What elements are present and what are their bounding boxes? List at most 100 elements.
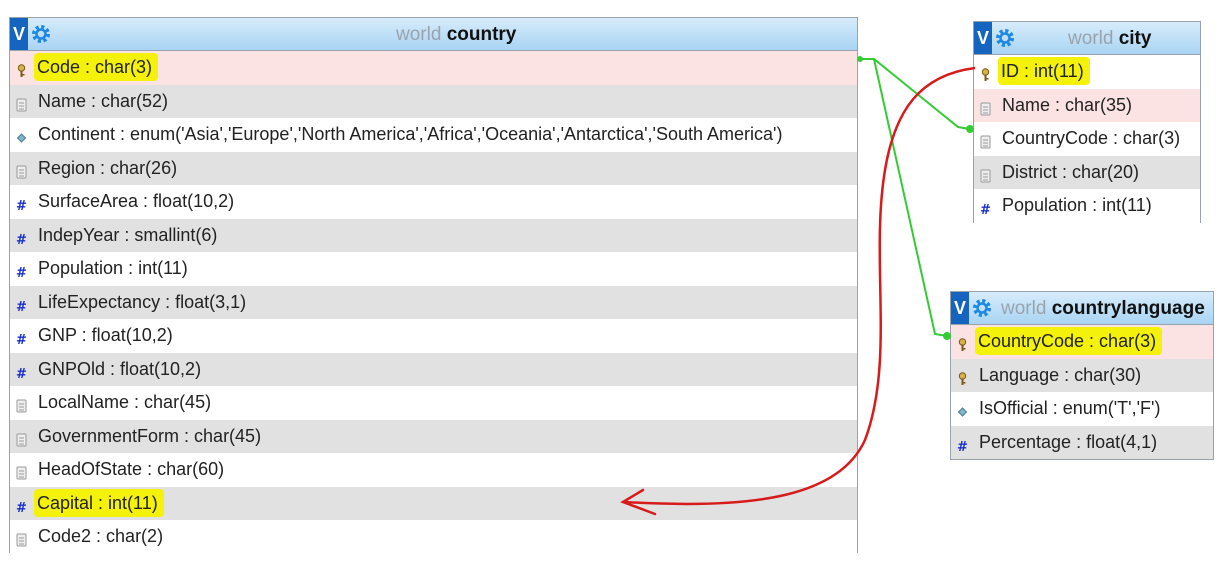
column-row[interactable]: # IndepYear : smallint(6)	[10, 218, 857, 252]
database-name: world	[1068, 28, 1114, 49]
column-row[interactable]: IsOfficial : enum('T','F')	[951, 392, 1213, 426]
column-label: Population : int(11)	[38, 258, 188, 278]
column-label: IndepYear : smallint(6)	[38, 224, 218, 245]
column-label: LocalName : char(45)	[38, 392, 212, 412]
column-label: Code2 : char(2)	[38, 526, 164, 546]
svg-text:#: #	[16, 333, 27, 346]
text-field-icon	[16, 163, 27, 178]
column-row[interactable]: Code2 : char(2)	[10, 520, 857, 554]
column-label: CountryCode : char(3)	[1002, 128, 1181, 148]
column-list: CountryCode : char(3) Language : char(30)…	[951, 325, 1213, 459]
collapse-toggle-button[interactable]: V	[10, 18, 28, 50]
column-row[interactable]: Region : char(26)	[10, 151, 857, 185]
column-row[interactable]: Name : char(35)	[974, 88, 1200, 122]
column-row[interactable]: LocalName : char(45)	[10, 386, 857, 420]
column-label: Name : char(52)	[38, 90, 169, 111]
city-table-header[interactable]: V world city	[974, 22, 1200, 55]
relation-country-city[interactable]	[857, 56, 974, 133]
countrylanguage-table-header[interactable]: V world countrylanguage	[951, 292, 1213, 325]
column-row[interactable]: CountryCode : char(3)	[951, 325, 1213, 359]
number-icon: #	[16, 498, 27, 516]
relation-country-countrylanguage[interactable]	[873, 58, 951, 340]
column-label: CountryCode : char(3)	[975, 327, 1163, 355]
text-field-icon	[980, 133, 991, 149]
country-table-header[interactable]: V world country	[10, 18, 857, 51]
column-label: GNP : float(10,2)	[38, 325, 173, 345]
gear-icon[interactable]	[31, 24, 51, 44]
number-icon: #	[16, 364, 27, 382]
country-table[interactable]: V world country Code : char(3) Name : cha…	[9, 17, 858, 554]
svg-text:#: #	[957, 440, 968, 453]
table-title: world countrylanguage	[1001, 292, 1205, 325]
svg-text:#: #	[16, 501, 27, 514]
text-field-icon	[16, 431, 27, 446]
gear-icon[interactable]	[972, 298, 992, 318]
column-row[interactable]: ID : int(11)	[974, 55, 1200, 89]
column-label: Capital : int(11)	[34, 488, 164, 517]
column-row[interactable]: # LifeExpectancy : float(3,1)	[10, 285, 857, 319]
column-label: LifeExpectancy : float(3,1)	[38, 291, 247, 312]
svg-text:#: #	[16, 300, 27, 313]
column-row[interactable]: # Population : int(11)	[10, 252, 857, 286]
column-label: Language : char(30)	[979, 364, 1142, 385]
key-icon	[957, 336, 968, 351]
text-field-icon	[16, 531, 27, 547]
collapse-toggle-button[interactable]: V	[951, 292, 969, 324]
text-field-icon	[980, 100, 991, 115]
column-row[interactable]: # GNP : float(10,2)	[10, 319, 857, 353]
svg-text:#: #	[16, 367, 27, 380]
city-table[interactable]: V world city ID : int(11) Name : char(35)…	[973, 21, 1201, 223]
column-row[interactable]: # Percentage : float(4,1)	[951, 425, 1213, 459]
database-name: world	[396, 24, 442, 45]
column-row[interactable]: District : char(20)	[974, 155, 1200, 189]
enum-icon	[16, 129, 27, 143]
column-row[interactable]: # Capital : int(11)	[10, 486, 857, 520]
column-row[interactable]: Name : char(52)	[10, 84, 857, 118]
key-icon	[16, 62, 27, 77]
column-row[interactable]: # GNPOld : float(10,2)	[10, 352, 857, 386]
number-icon: #	[16, 230, 27, 248]
column-label: District : char(20)	[1002, 161, 1140, 182]
column-label: Population : int(11)	[1002, 195, 1152, 215]
column-label: IsOfficial : enum('T','F')	[979, 398, 1161, 418]
number-icon: #	[957, 437, 968, 455]
number-icon: #	[16, 297, 27, 315]
key-icon	[980, 66, 991, 81]
column-label: ID : int(11)	[998, 57, 1090, 85]
collapse-toggle-button[interactable]: V	[974, 22, 992, 54]
column-label: Region : char(26)	[38, 157, 178, 178]
column-row[interactable]: GovernmentForm : char(45)	[10, 419, 857, 453]
table-name: city	[1118, 28, 1152, 49]
column-label: Continent : enum('Asia','Europe','North …	[38, 124, 783, 144]
column-row[interactable]: CountryCode : char(3)	[974, 122, 1200, 156]
svg-text:#: #	[16, 199, 27, 212]
column-list: ID : int(11) Name : char(35) CountryCode :…	[974, 55, 1200, 223]
countrylanguage-table[interactable]: V world countrylanguage CountryCode : ch…	[950, 291, 1214, 460]
column-label: Percentage : float(4,1)	[979, 431, 1158, 452]
column-label: GNPOld : float(10,2)	[38, 358, 202, 379]
column-row[interactable]: HeadOfState : char(60)	[10, 453, 857, 487]
number-icon: #	[16, 330, 27, 348]
gear-icon[interactable]	[995, 28, 1015, 48]
svg-text:#: #	[16, 233, 27, 246]
table-title: world city	[1068, 22, 1151, 55]
enum-icon	[957, 403, 968, 417]
column-row[interactable]: # Population : int(11)	[974, 189, 1200, 223]
number-icon: #	[16, 196, 27, 214]
text-field-icon	[16, 96, 27, 111]
column-row[interactable]: Code : char(3)	[10, 51, 857, 85]
number-icon: #	[16, 263, 27, 281]
database-name: world	[1001, 298, 1047, 319]
column-label: SurfaceArea : float(10,2)	[38, 191, 235, 211]
text-field-icon	[980, 167, 991, 182]
column-list: Code : char(3) Name : char(52) Continent :…	[10, 51, 857, 554]
table-name: country	[446, 24, 517, 45]
column-row[interactable]: Continent : enum('Asia','Europe','North …	[10, 118, 857, 152]
column-label: HeadOfState : char(60)	[38, 459, 225, 479]
key-icon	[957, 370, 968, 385]
column-row[interactable]: Language : char(30)	[951, 358, 1213, 392]
column-label: GovernmentForm : char(45)	[38, 425, 262, 446]
text-field-icon	[16, 397, 27, 413]
column-label: Code : char(3)	[34, 53, 159, 81]
column-row[interactable]: # SurfaceArea : float(10,2)	[10, 185, 857, 219]
